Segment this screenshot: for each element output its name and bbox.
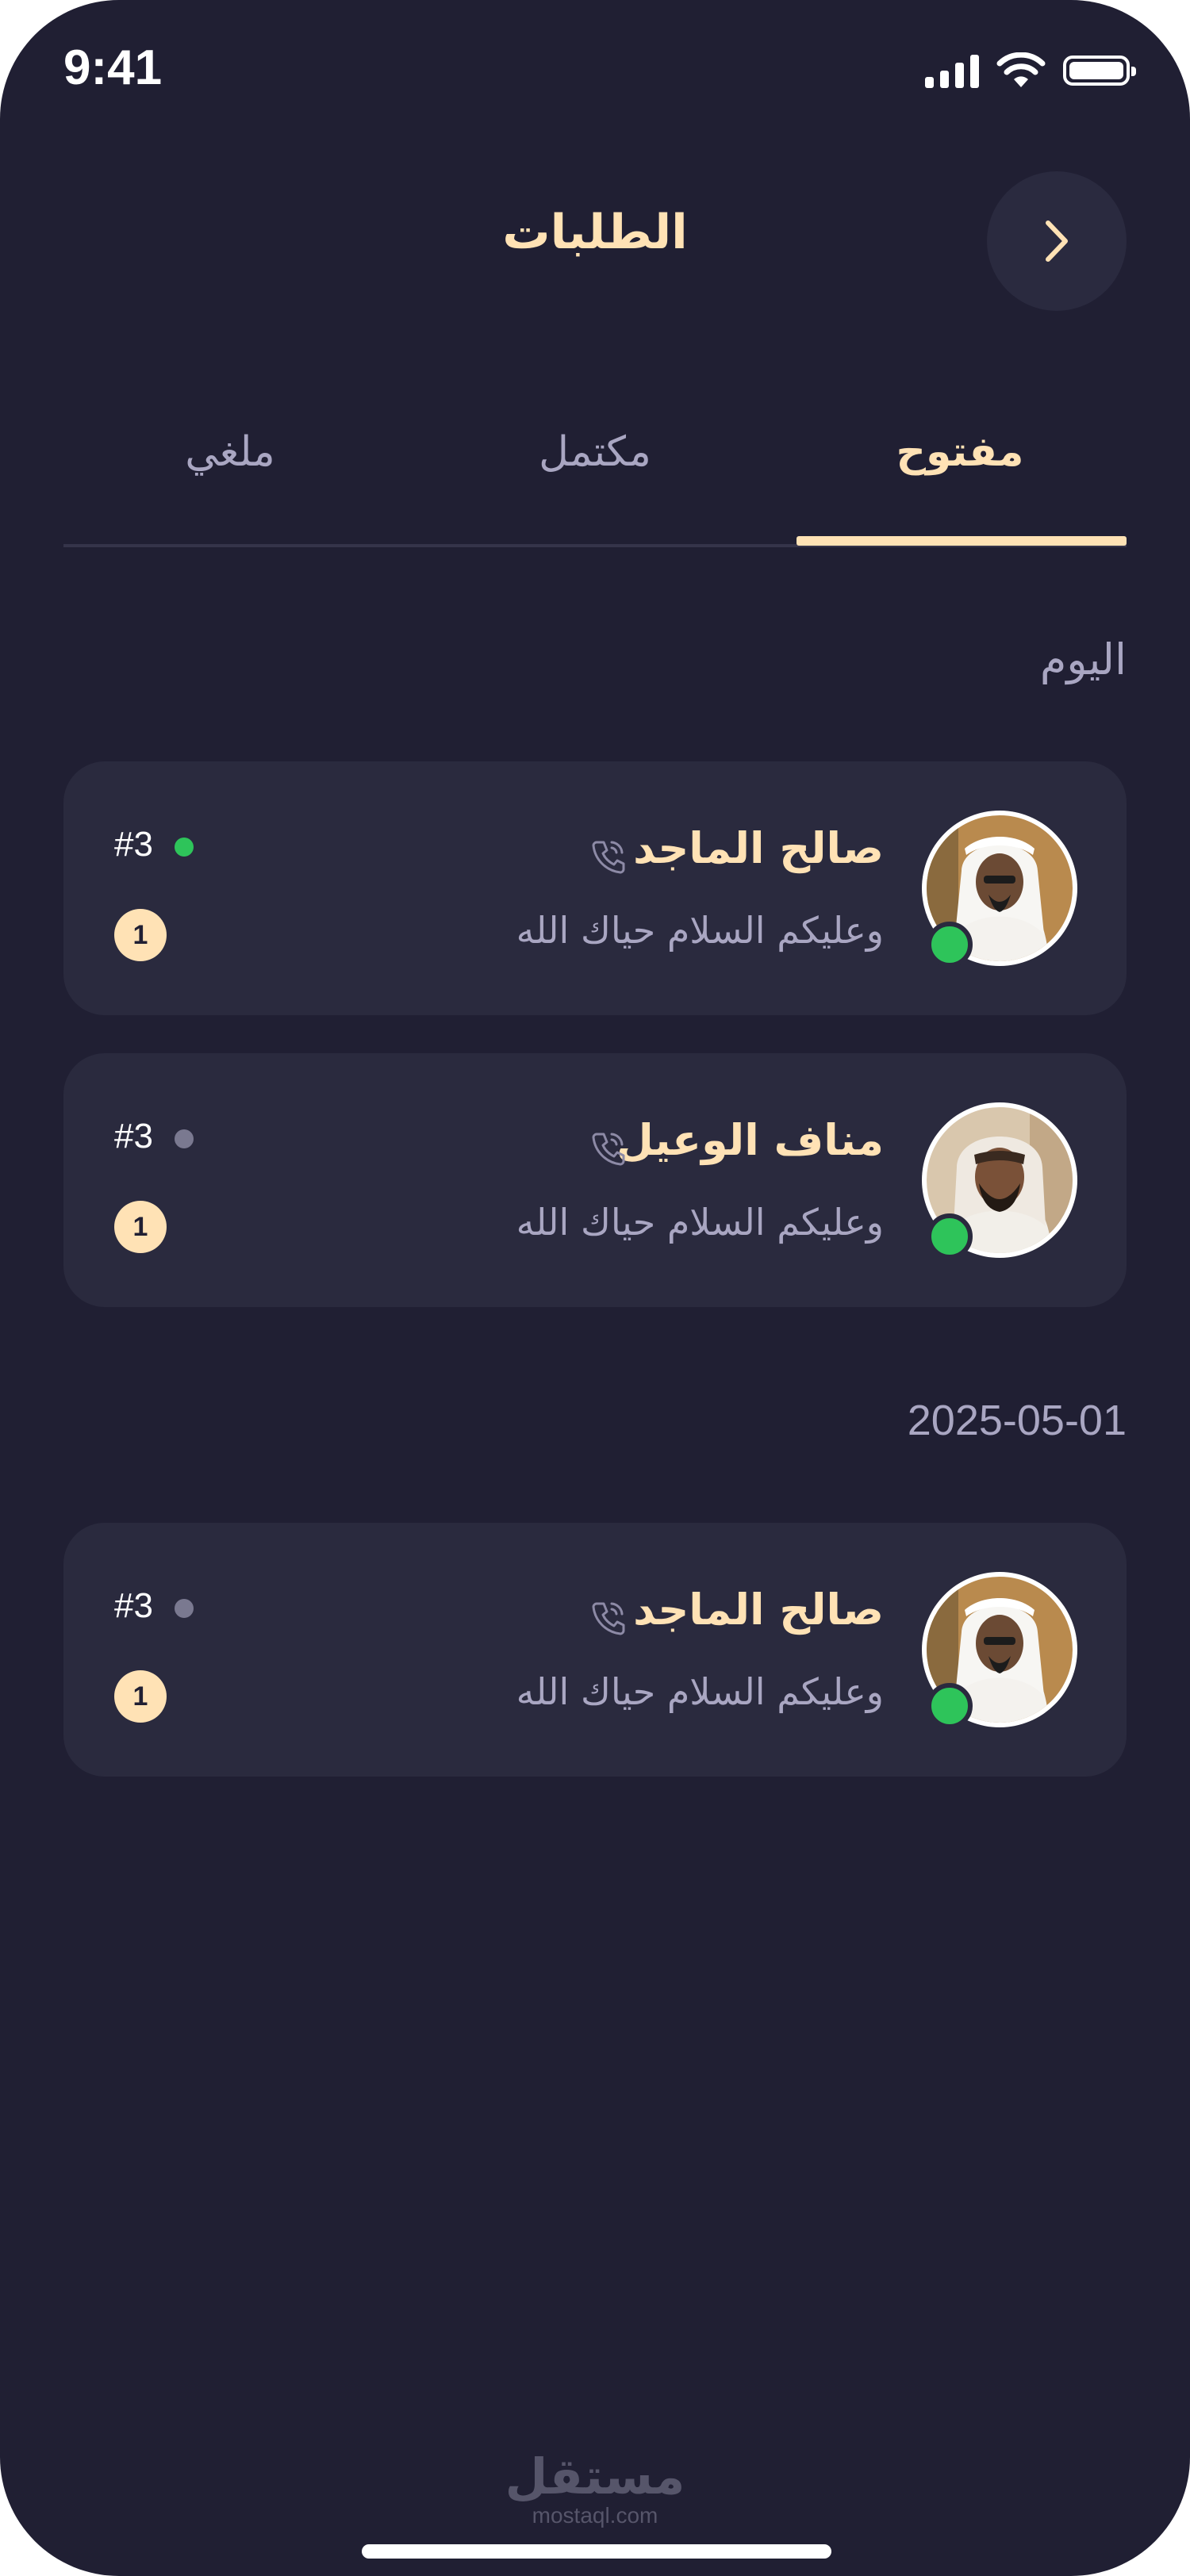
last-message: وعليكم السلام حياك الله	[516, 909, 884, 952]
order-status-dot	[175, 1129, 194, 1148]
cellular-signal-icon	[925, 53, 979, 88]
phone-icon	[592, 1133, 625, 1166]
order-number: #3	[114, 1586, 153, 1625]
phone-icon	[592, 1602, 625, 1635]
customer-name: صالح الماجد	[633, 823, 884, 873]
order-number: #3	[114, 1117, 153, 1156]
watermark-arabic: مستقل	[505, 2448, 685, 2505]
tab-completed[interactable]: مكتمل	[428, 428, 762, 523]
status-time: 9:41	[63, 40, 163, 95]
order-card[interactable]: صالح الماجد وعليكم السلام حياك الله #3 1	[63, 1523, 1127, 1777]
online-status-dot	[927, 922, 973, 968]
order-status-dot	[175, 1599, 194, 1618]
order-card[interactable]: صالح الماجد وعليكم السلام حياك الله #3 1	[63, 761, 1127, 1015]
avatar	[922, 1572, 1077, 1729]
avatar	[922, 811, 1077, 968]
status-icons	[925, 52, 1136, 89]
unread-count-badge: 1	[114, 1670, 167, 1723]
order-number: #3	[114, 825, 153, 864]
online-status-dot	[927, 1683, 973, 1729]
order-card[interactable]: مناف الوعيل وعليكم السلام حياك الله #3 1	[63, 1053, 1127, 1307]
section-heading-date: 2025-05-01	[907, 1397, 1127, 1444]
order-status-dot	[175, 838, 194, 857]
tab-cancelled[interactable]: ملغي	[63, 428, 397, 523]
phone-icon	[592, 841, 625, 874]
wifi-icon	[996, 52, 1046, 87]
battery-icon	[1063, 56, 1136, 86]
tab-bar: مفتوح مكتمل ملغي	[63, 412, 1127, 547]
page-title: الطلبات	[502, 205, 688, 260]
tab-open[interactable]: مفتوح	[793, 428, 1127, 523]
unread-count-badge: 1	[114, 1201, 167, 1253]
online-status-dot	[927, 1213, 973, 1259]
phone-screen: 9:41 الطلبات مفتوح مكتمل ملغي اليوم صالح…	[0, 0, 1190, 2576]
watermark-latin: mostaql.com	[532, 2503, 658, 2528]
active-tab-indicator	[797, 536, 1127, 546]
section-heading-today: اليوم	[1039, 636, 1127, 684]
last-message: وعليكم السلام حياك الله	[516, 1201, 884, 1244]
unread-count-badge: 1	[114, 909, 167, 961]
avatar	[922, 1102, 1077, 1259]
home-indicator[interactable]	[362, 2544, 831, 2559]
watermark: مستقل mostaql.com	[0, 2451, 1190, 2528]
customer-name: صالح الماجد	[633, 1585, 884, 1635]
customer-name: مناف الوعيل	[616, 1115, 884, 1165]
last-message: وعليكم السلام حياك الله	[516, 1670, 884, 1713]
